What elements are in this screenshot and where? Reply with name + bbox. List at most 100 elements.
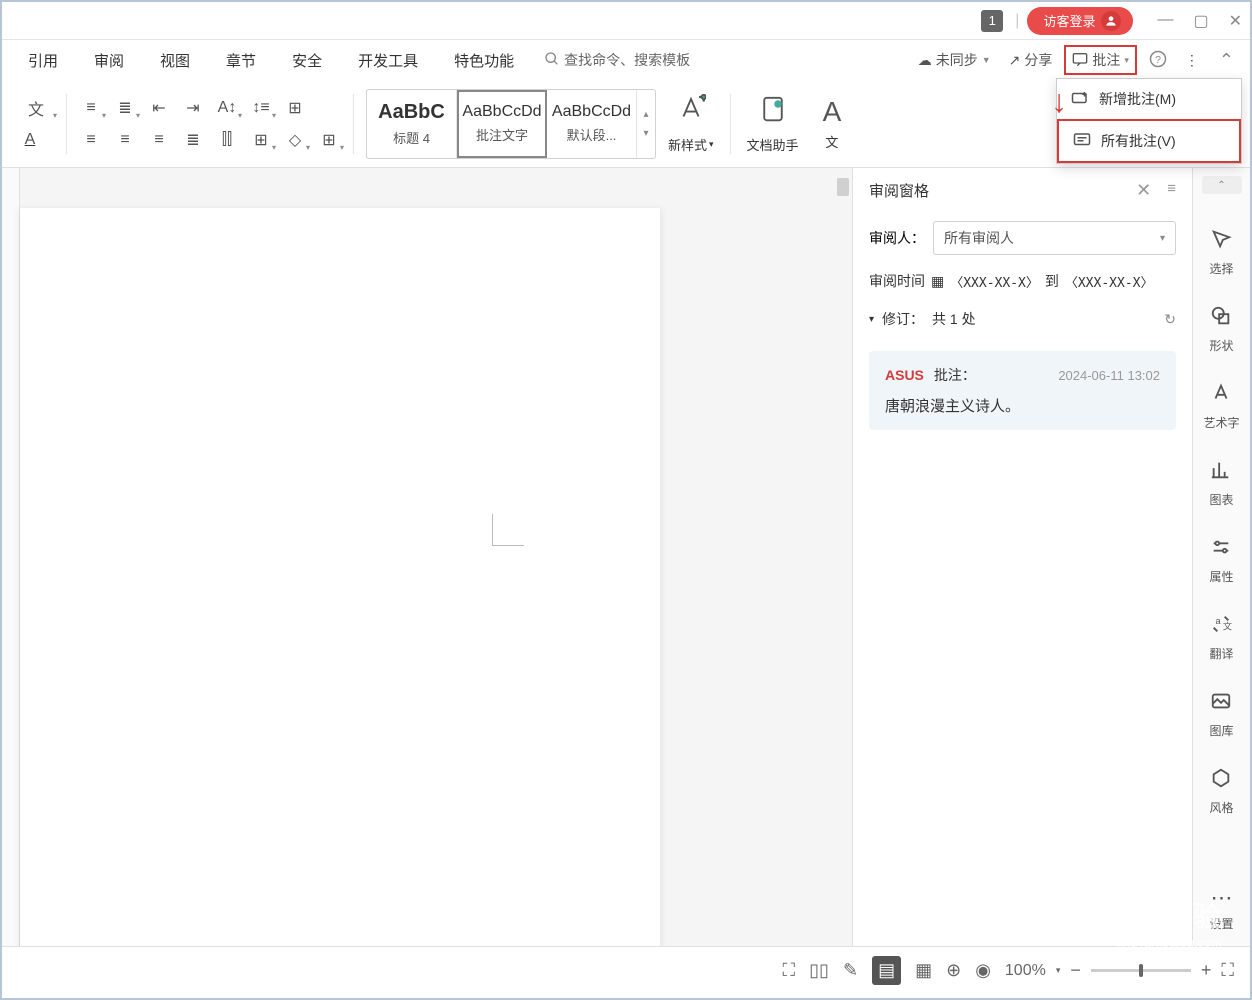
align-center-button[interactable]: ≡: [111, 126, 139, 154]
align-justify-button[interactable]: ≣: [179, 126, 207, 154]
rail-wordart[interactable]: 艺术字: [1203, 368, 1239, 445]
reading-view-button[interactable]: ▯▯: [809, 960, 829, 981]
page-view-button[interactable]: ▤: [872, 956, 901, 985]
menu-security[interactable]: 安全: [274, 44, 340, 77]
divider: |: [1015, 12, 1019, 30]
rail-settings[interactable]: ⋯ 设置: [1209, 871, 1233, 946]
zoom-out-button[interactable]: −: [1070, 960, 1081, 981]
menu-reference[interactable]: 引用: [10, 44, 76, 77]
share-button[interactable]: ↗ 分享: [1003, 46, 1059, 74]
date-to: 〈XXX-XX-X〉: [1065, 272, 1154, 291]
rail-properties[interactable]: 属性: [1209, 522, 1233, 599]
style-comment-text[interactable]: AaBbCcDd 批注文字: [457, 90, 547, 158]
spacing-button[interactable]: ⊞▾: [247, 126, 275, 154]
zoom-in-button[interactable]: +: [1201, 960, 1212, 981]
rail-label: 图表: [1209, 491, 1233, 508]
indent-button[interactable]: ⇥: [179, 94, 207, 122]
properties-icon: [1210, 536, 1232, 564]
outline-view-button[interactable]: ▦: [915, 960, 932, 981]
sort-button[interactable]: ⊞: [281, 94, 309, 122]
search-icon: [544, 51, 560, 70]
reviewer-value: 所有审阅人: [944, 228, 1014, 248]
text-label: 文: [825, 132, 838, 151]
new-style-button[interactable]: ✦ 新样式▾: [656, 94, 726, 154]
distribute-button[interactable]: ⫿⫿: [213, 126, 241, 154]
titlebar: 1 | 访客登录 — ▢ ✕: [2, 2, 1250, 40]
web-view-button[interactable]: ⊕: [946, 960, 961, 981]
sync-status[interactable]: ☁ 未同步 ▼: [912, 46, 997, 74]
reviewer-select[interactable]: 所有审阅人 ▾: [933, 221, 1176, 255]
dropdown-icon: ▾: [1124, 55, 1129, 66]
style-heading4[interactable]: AaBbC 标题 4: [367, 90, 457, 158]
menu-chapter[interactable]: 章节: [208, 44, 274, 77]
focus-view-button[interactable]: ◉: [975, 960, 991, 981]
bullet-list-button[interactable]: ≡▾: [77, 94, 105, 122]
doc-helper-label: 文档助手: [747, 135, 799, 154]
font-color-button[interactable]: A: [16, 126, 44, 154]
edit-button[interactable]: ✎: [843, 960, 858, 981]
menu-view[interactable]: 视图: [142, 44, 208, 77]
borders-button[interactable]: ⊞▾: [315, 126, 343, 154]
menu-devtools[interactable]: 开发工具: [340, 44, 436, 77]
rail-shapes[interactable]: 形状: [1209, 291, 1233, 368]
revision-row[interactable]: ▾ 修订： 共 1 处 ↻: [853, 299, 1192, 339]
comment-body: 唐朝浪漫主义诗人。: [885, 395, 1160, 416]
annotate-button[interactable]: 批注 ▾: [1064, 45, 1137, 75]
panel-menu-button[interactable]: ≡: [1167, 180, 1176, 201]
document-scrollbar[interactable]: [834, 168, 852, 946]
gallery-scroll[interactable]: ▴ ▾: [637, 90, 655, 158]
align-left-button[interactable]: ≡: [77, 126, 105, 154]
menu-review[interactable]: 审阅: [76, 44, 142, 77]
refresh-button[interactable]: ↻: [1164, 311, 1176, 328]
rail-scroll-up[interactable]: ⌃: [1202, 176, 1242, 194]
fullscreen-button[interactable]: ⛶: [783, 960, 796, 981]
style-preview: AaBbC: [378, 101, 445, 124]
shading-button[interactable]: ◇▾: [281, 126, 309, 154]
text-icon: A: [823, 96, 842, 128]
line-spacing-button[interactable]: ↕≡▾: [247, 94, 275, 122]
doc-helper-button[interactable]: 文档助手: [735, 94, 811, 154]
rail-select[interactable]: 选择: [1209, 214, 1233, 291]
calendar-icon[interactable]: ▦: [931, 273, 944, 290]
rail-style[interactable]: 风格: [1209, 753, 1233, 830]
menu-features[interactable]: 特色功能: [436, 44, 532, 77]
number-list-button[interactable]: ≣▾: [111, 94, 139, 122]
comment-card[interactable]: ASUS 批注： 2024-06-11 13:02 唐朝浪漫主义诗人。: [869, 351, 1176, 430]
rail-chart[interactable]: 图表: [1209, 445, 1233, 522]
more-button[interactable]: ⋮: [1179, 48, 1205, 73]
search-command[interactable]: 查找命令、搜索模板: [544, 50, 690, 70]
panel-close-button[interactable]: ✕: [1136, 180, 1151, 201]
outdent-button[interactable]: ⇤: [145, 94, 173, 122]
rail-translate[interactable]: a文 翻译: [1209, 599, 1233, 676]
revision-label: 修订：: [882, 309, 924, 329]
guest-login-button[interactable]: 访客登录: [1027, 7, 1133, 35]
search-placeholder: 查找命令、搜索模板: [564, 50, 690, 70]
menubar: 引用 审阅 视图 章节 安全 开发工具 特色功能 查找命令、搜索模板 ☁ 未同步…: [2, 40, 1250, 80]
font-size-button[interactable]: A↕▾: [213, 94, 241, 122]
all-annotations-item[interactable]: 所有批注(V): [1057, 119, 1241, 163]
svg-text:✦: ✦: [698, 94, 706, 105]
vertical-ruler[interactable]: [2, 168, 20, 946]
text-tool-button[interactable]: A 文: [811, 96, 846, 151]
new-annotation-item[interactable]: 新增批注(M): [1057, 79, 1241, 119]
close-button[interactable]: ✕: [1229, 11, 1242, 31]
zoom-thumb[interactable]: [1139, 964, 1143, 977]
comment-icon: [1072, 52, 1088, 69]
minimize-button[interactable]: —: [1157, 11, 1173, 31]
reviewer-label: 审阅人：: [869, 228, 925, 248]
more-icon: ⋮: [1185, 52, 1199, 69]
zoom-value[interactable]: 100%: [1005, 962, 1046, 980]
fit-button[interactable]: ⛶: [1221, 960, 1234, 981]
document-page[interactable]: [20, 208, 660, 946]
align-right-button[interactable]: ≡: [145, 126, 173, 154]
collapse-ribbon-button[interactable]: ⌃: [1211, 50, 1242, 71]
scroll-thumb[interactable]: [837, 178, 849, 196]
zoom-slider[interactable]: [1091, 969, 1191, 972]
text-direction-button[interactable]: 文▾: [16, 94, 56, 122]
document-area: [2, 168, 852, 946]
rail-gallery[interactable]: 图库: [1209, 676, 1233, 753]
maximize-button[interactable]: ▢: [1193, 11, 1208, 31]
style-default[interactable]: AaBbCcDd 默认段...: [547, 90, 637, 158]
separator: [353, 94, 354, 154]
help-button[interactable]: ?: [1143, 46, 1173, 75]
